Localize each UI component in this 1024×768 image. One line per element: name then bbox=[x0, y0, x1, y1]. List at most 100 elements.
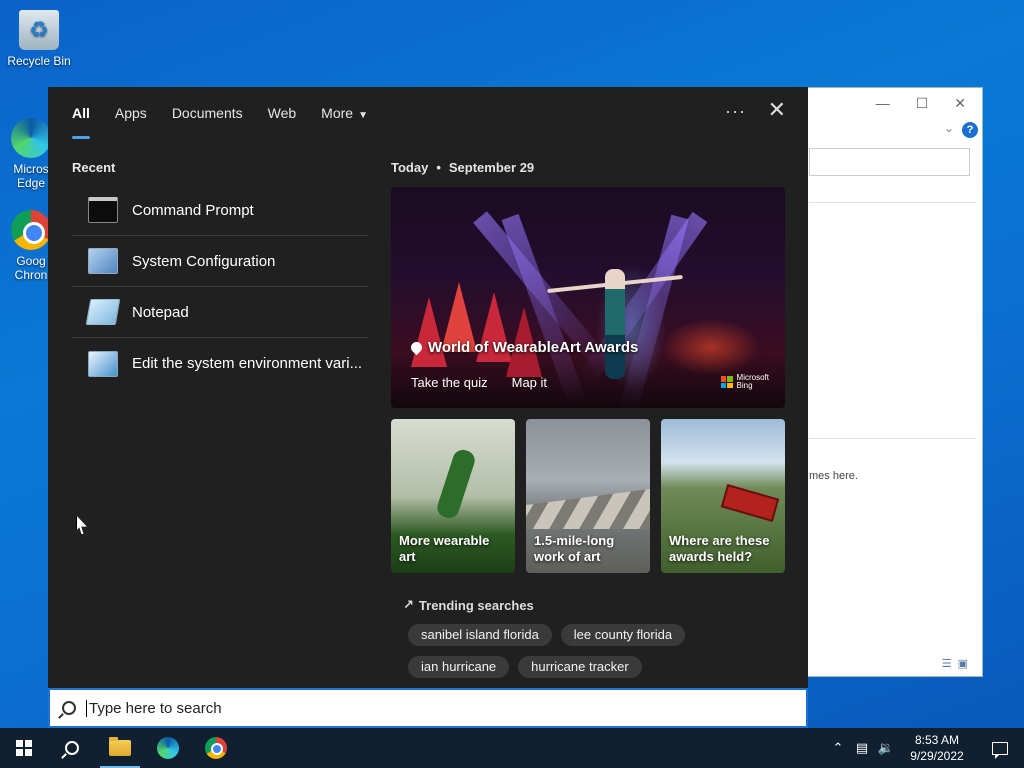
search-input[interactable] bbox=[86, 699, 766, 717]
taskbar: ⌃ ▤ 🔉 8:53 AM 9/29/2022 bbox=[0, 728, 1024, 768]
system-configuration-icon bbox=[88, 248, 118, 274]
trending-chip[interactable]: sanibel island florida bbox=[408, 624, 552, 646]
hero-links: Take the quiz Map it bbox=[411, 375, 547, 390]
address-bar[interactable] bbox=[809, 148, 970, 176]
help-icon[interactable]: ? bbox=[962, 122, 978, 138]
notifications-button[interactable] bbox=[976, 728, 1024, 768]
bing-logo: Microsoft Bing bbox=[720, 374, 769, 390]
search-button[interactable] bbox=[48, 728, 96, 768]
microsoft-logo-icon bbox=[720, 376, 733, 388]
trending-section: ↗ Trending searches sanibel island flori… bbox=[391, 597, 785, 678]
close-icon[interactable]: ✕ bbox=[954, 95, 966, 112]
tab-label: Documents bbox=[171, 105, 243, 121]
tile-awards-location[interactable]: Where are these awards held? bbox=[661, 419, 785, 573]
windows-logo-icon bbox=[16, 740, 32, 756]
today-header: Today • September 29 bbox=[391, 160, 785, 175]
command-prompt-icon bbox=[88, 197, 118, 223]
tiles-row: More wearable art 1.5-mile-long work of … bbox=[391, 419, 785, 573]
caret-down-icon: ▼ bbox=[358, 110, 368, 121]
chevron-up-icon[interactable]: ⌃ bbox=[826, 740, 850, 756]
tile-image bbox=[720, 484, 780, 522]
recent-item-system-configuration[interactable]: System Configuration bbox=[72, 236, 368, 287]
chrome-button[interactable] bbox=[192, 728, 240, 768]
chevron-down-icon[interactable]: ⌄ bbox=[944, 121, 954, 135]
file-explorer-button[interactable] bbox=[96, 728, 144, 768]
take-quiz-link[interactable]: Take the quiz bbox=[411, 375, 488, 390]
tile-image bbox=[434, 447, 478, 521]
tab-label: All bbox=[72, 105, 90, 121]
tile-label: Where are these awards held? bbox=[669, 533, 770, 564]
tab-label: Apps bbox=[114, 105, 147, 121]
location-pin-icon bbox=[408, 339, 425, 356]
recent-item-notepad[interactable]: Notepad bbox=[72, 287, 368, 338]
clock-date: 9/29/2022 bbox=[910, 749, 964, 763]
today-date: September 29 bbox=[448, 160, 535, 175]
divider bbox=[809, 202, 976, 203]
notification-icon bbox=[992, 741, 1008, 759]
volume-icon[interactable]: 🔉 bbox=[874, 740, 898, 756]
brand-line: Bing bbox=[736, 381, 753, 390]
clock[interactable]: 8:53 AM 9/29/2022 bbox=[898, 732, 976, 764]
environment-variables-icon bbox=[88, 350, 118, 377]
desktop-icon-recycle-bin[interactable]: Recycle Bin bbox=[4, 10, 74, 68]
today-section: Today • September 29 World of WearableArt … bbox=[391, 160, 785, 678]
search-box[interactable] bbox=[48, 688, 808, 728]
view-toggle-icons[interactable]: ☰▣ bbox=[942, 657, 974, 670]
map-it-link[interactable]: Map it bbox=[512, 375, 547, 390]
trending-chip[interactable]: hurricane tracker bbox=[518, 656, 642, 678]
tile-label: More wearable art bbox=[399, 533, 490, 564]
today-label: Today bbox=[391, 160, 429, 175]
recent-item-environment-variables[interactable]: Edit the system environment vari... bbox=[72, 338, 368, 389]
separator-dot: • bbox=[436, 160, 441, 175]
background-explorer-window[interactable]: — ☐ ✕ ⌄ ? mes here. ☰▣ bbox=[800, 87, 983, 677]
trending-arrow-icon: ↗ bbox=[403, 597, 414, 612]
trending-chips: sanibel island florida lee county florid… bbox=[403, 624, 703, 678]
tile-label: 1.5-mile-long work of art bbox=[534, 533, 615, 564]
tile-wearable-art[interactable]: More wearable art bbox=[391, 419, 515, 573]
edge-button[interactable] bbox=[144, 728, 192, 768]
trending-title-text: Trending searches bbox=[418, 597, 534, 613]
recent-item-label: System Configuration bbox=[132, 252, 276, 270]
trending-chip[interactable]: lee county florida bbox=[560, 624, 686, 646]
tab-web[interactable]: Web bbox=[258, 87, 307, 139]
system-tray: ⌃ ▤ 🔉 8:53 AM 9/29/2022 bbox=[826, 728, 1024, 768]
recycle-bin-icon bbox=[19, 10, 59, 50]
recent-title: Recent bbox=[72, 160, 116, 175]
search-icon bbox=[65, 741, 79, 755]
maximize-icon[interactable]: ☐ bbox=[916, 95, 929, 112]
edge-icon bbox=[157, 737, 179, 759]
hero-title[interactable]: World of WearableArt Awards bbox=[408, 339, 638, 356]
tab-more[interactable]: More ▼ bbox=[311, 87, 378, 139]
tile-image bbox=[526, 489, 650, 529]
start-button[interactable] bbox=[0, 728, 48, 768]
tab-all[interactable]: All bbox=[62, 87, 100, 139]
dancer-figure bbox=[605, 269, 625, 379]
minimize-icon[interactable]: — bbox=[876, 95, 890, 111]
network-icon[interactable]: ▤ bbox=[850, 740, 874, 756]
hero-card[interactable]: World of WearableArt Awards Take the qui… bbox=[391, 187, 785, 408]
empty-folder-text: mes here. bbox=[809, 470, 858, 482]
recent-item-label: Edit the system environment vari... bbox=[132, 355, 363, 372]
divider bbox=[809, 438, 976, 439]
trending-title: ↗ Trending searches bbox=[403, 597, 785, 613]
chrome-icon bbox=[11, 210, 51, 250]
chrome-icon bbox=[205, 737, 227, 759]
clock-time: 8:53 AM bbox=[914, 733, 960, 747]
tab-apps[interactable]: Apps bbox=[105, 87, 157, 139]
trending-chip[interactable]: ian hurricane bbox=[408, 656, 510, 678]
recent-item-label: Command Prompt bbox=[132, 201, 254, 219]
edge-icon bbox=[11, 118, 51, 158]
tab-documents[interactable]: Documents bbox=[162, 87, 253, 139]
tab-label: More bbox=[321, 105, 354, 121]
more-options-icon[interactable]: ··· bbox=[725, 101, 746, 122]
tile-long-work-of-art[interactable]: 1.5-mile-long work of art bbox=[526, 419, 650, 573]
window-titlebar: — ☐ ✕ bbox=[801, 88, 982, 118]
search-panel: All Apps Documents Web More ▼ ··· ✕ Recen… bbox=[48, 87, 808, 688]
recent-item-command-prompt[interactable]: Command Prompt bbox=[72, 185, 368, 236]
folder-icon bbox=[109, 737, 131, 756]
tab-label: Web bbox=[267, 105, 297, 121]
notepad-icon bbox=[85, 299, 121, 325]
search-icon bbox=[62, 701, 76, 715]
close-icon[interactable]: ✕ bbox=[768, 97, 786, 123]
desktop-icon-label: Recycle Bin bbox=[7, 54, 71, 68]
